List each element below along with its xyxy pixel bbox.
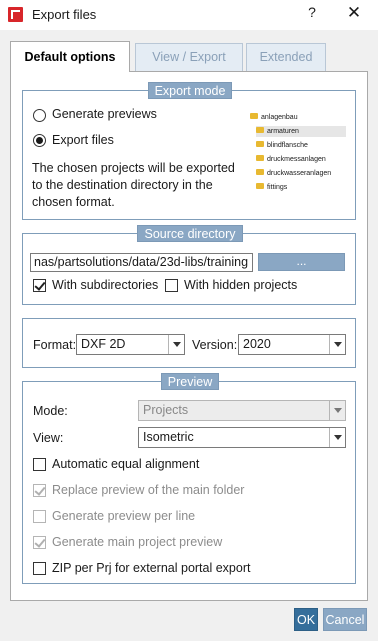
- view-select[interactable]: Isometric: [138, 427, 346, 448]
- tree-item: fittings: [256, 182, 287, 193]
- with-subdirectories-checkbox[interactable]: [33, 279, 46, 292]
- format-select[interactable]: DXF 2D: [76, 334, 185, 355]
- with-hidden-projects-label[interactable]: With hidden projects: [184, 278, 297, 292]
- zip-per-prj-checkbox[interactable]: [33, 562, 46, 575]
- generate-previews-label[interactable]: Generate previews: [52, 107, 157, 121]
- preview-per-line-label[interactable]: Generate preview per line: [52, 509, 195, 523]
- chevron-down-icon[interactable]: [168, 335, 184, 354]
- radio-generate-previews[interactable]: [33, 109, 46, 122]
- tree-item: druckmessanlagen: [256, 154, 326, 165]
- view-label: View:: [33, 431, 64, 445]
- app-icon: [8, 7, 23, 22]
- export-files-label[interactable]: Export files: [52, 133, 114, 147]
- tree-item: blindflansche: [256, 140, 308, 151]
- tab-extended[interactable]: Extended: [246, 43, 326, 71]
- version-label: Version:: [192, 338, 238, 352]
- tab-view-export[interactable]: View / Export: [135, 43, 243, 71]
- view-value: Isometric: [143, 430, 194, 444]
- help-button[interactable]: ?: [303, 4, 321, 24]
- preview-per-line-checkbox[interactable]: [33, 510, 46, 523]
- tree-item: anlagenbau: [250, 112, 298, 123]
- chevron-down-icon[interactable]: [329, 428, 345, 447]
- main-project-preview-label[interactable]: Generate main project preview: [52, 535, 222, 549]
- source-directory-title: Source directory: [137, 225, 243, 242]
- preview-title: Preview: [161, 373, 219, 390]
- mode-label: Mode:: [33, 404, 68, 418]
- tab-default-options[interactable]: Default options: [10, 41, 130, 72]
- replace-preview-checkbox[interactable]: [33, 484, 46, 497]
- folder-icon: [256, 169, 264, 176]
- browse-button[interactable]: ...: [258, 253, 345, 271]
- tree-item: druckwasseranlagen: [256, 168, 331, 179]
- export-mode-title: Export mode: [148, 82, 232, 99]
- with-hidden-projects-checkbox[interactable]: [165, 279, 178, 292]
- format-value: DXF 2D: [81, 337, 126, 351]
- close-icon[interactable]: ✕: [343, 3, 365, 25]
- folder-icon: [256, 127, 264, 134]
- format-label: Format:: [33, 338, 77, 352]
- with-subdirectories-label[interactable]: With subdirectories: [52, 278, 158, 292]
- ok-button[interactable]: OK: [294, 608, 318, 631]
- version-select[interactable]: 2020: [238, 334, 346, 355]
- folder-icon: [256, 183, 264, 190]
- folder-icon: [250, 113, 258, 120]
- version-value: 2020: [243, 337, 271, 351]
- main-project-preview-checkbox[interactable]: [33, 536, 46, 549]
- tree-item: armaturen: [256, 126, 346, 137]
- source-path-input[interactable]: nas/partsolutions/data/23d-libs/training: [30, 253, 253, 272]
- export-mode-description: The chosen projects will be exported to …: [32, 161, 235, 209]
- automatic-equal-alignment-checkbox[interactable]: [33, 458, 46, 471]
- title-bar: Export files ? ✕: [0, 0, 378, 30]
- zip-per-prj-label[interactable]: ZIP per Prj for external portal export: [52, 561, 250, 575]
- cancel-button[interactable]: Cancel: [323, 608, 367, 631]
- folder-icon: [256, 141, 264, 148]
- window-title: Export files: [32, 7, 97, 22]
- chevron-down-icon[interactable]: [329, 335, 345, 354]
- replace-preview-label[interactable]: Replace preview of the main folder: [52, 483, 244, 497]
- radio-export-files[interactable]: [33, 134, 46, 147]
- chevron-down-icon[interactable]: [329, 401, 345, 420]
- mode-value: Projects: [143, 403, 189, 417]
- mode-select[interactable]: Projects: [138, 400, 346, 421]
- automatic-equal-alignment-label[interactable]: Automatic equal alignment: [52, 457, 199, 471]
- folder-icon: [256, 155, 264, 162]
